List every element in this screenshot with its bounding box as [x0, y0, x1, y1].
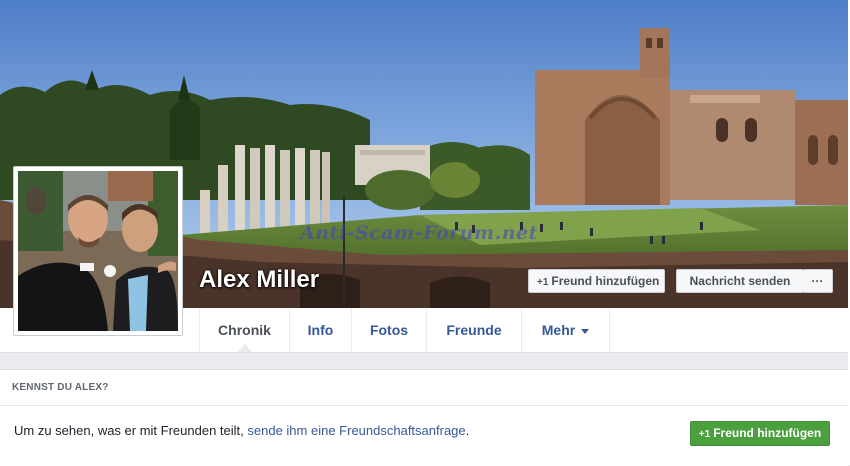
tab-freunde[interactable]: Freunde	[427, 308, 522, 352]
tab-info[interactable]: Info	[290, 308, 352, 352]
tab-fotos-label: Fotos	[369, 322, 409, 338]
panel-title: KENNST DU ALEX?	[12, 382, 109, 393]
tab-chronik-label: Chronik	[218, 322, 271, 338]
watermark-text: Anti-Scam-Forum.net	[300, 222, 538, 244]
panel-text-after: .	[465, 423, 470, 438]
tab-fotos[interactable]: Fotos	[352, 308, 427, 352]
more-options-button[interactable]: ···	[803, 269, 833, 293]
tab-mehr-label: Mehr	[541, 322, 576, 338]
add-friend-green-label: Freund hinzufügen	[713, 426, 822, 440]
add-friend-icon: +1	[537, 277, 549, 288]
add-friend-green-button[interactable]: +1 Freund hinzufügen	[690, 421, 830, 446]
tab-info-label: Info	[307, 322, 334, 338]
profile-name[interactable]: Alex Miller	[199, 266, 319, 294]
panel-description: Um zu sehen, was er mit Freunden teilt, …	[14, 423, 469, 438]
add-friend-button[interactable]: +1 Freund hinzufügen	[528, 269, 665, 293]
know-person-panel	[0, 369, 848, 466]
add-friend-label: Freund hinzufügen	[551, 274, 660, 288]
panel-divider	[0, 405, 848, 406]
friend-request-link[interactable]: sende ihm eine Freundschaftsanfrage	[247, 423, 465, 438]
panel-text-before: Um zu sehen, was er mit Freunden teilt,	[14, 423, 244, 438]
tab-mehr[interactable]: Mehr	[522, 308, 610, 352]
active-tab-indicator	[238, 344, 252, 352]
add-friend-green-icon: +1	[698, 429, 711, 440]
send-message-button[interactable]: Nachricht senden	[676, 269, 804, 293]
tab-freunde-label: Freunde	[446, 322, 502, 338]
profile-picture[interactable]	[13, 166, 183, 336]
chevron-down-icon	[581, 328, 590, 334]
